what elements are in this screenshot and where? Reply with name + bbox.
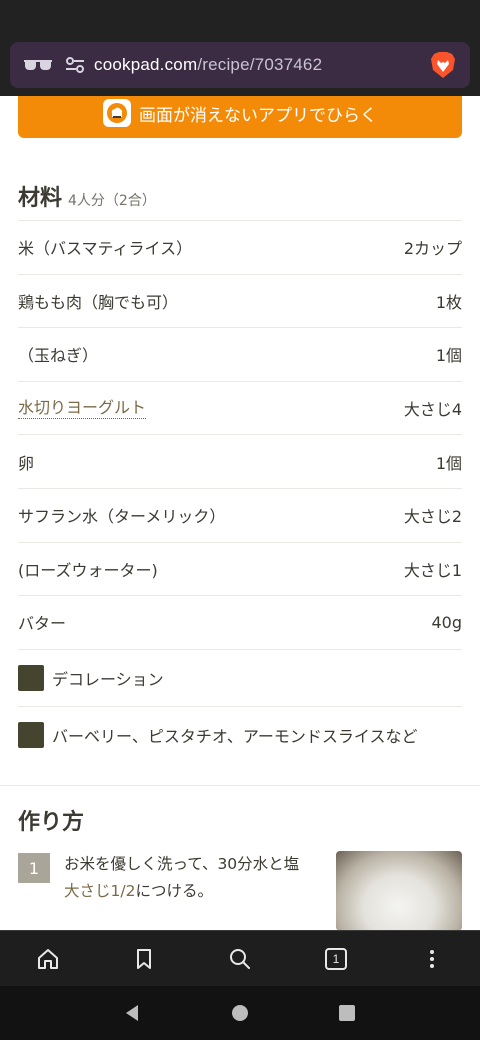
group-marker-icon: [18, 721, 44, 748]
ingredients-header: 材料 4人分（2合）: [18, 180, 156, 212]
home-circle-icon[interactable]: [230, 1003, 250, 1023]
ingredient-quantity: 2カップ: [403, 239, 462, 259]
search-icon: [230, 948, 250, 969]
step-number-badge: 1: [18, 853, 50, 883]
ingredient-row: バター 40g: [18, 595, 462, 649]
ingredient-quantity: 1枚: [435, 292, 462, 312]
ingredient-name: 米（バスマティライス）: [18, 239, 193, 259]
chef-hat-icon: [107, 103, 127, 123]
servings-label: 4人分（2合）: [68, 193, 156, 209]
ingredient-name: 鶏もも肉（胸でも可）: [18, 292, 179, 312]
system-navigation-bar: [0, 986, 480, 1040]
home-icon: [38, 948, 58, 969]
ingredient-name: (ローズウォーター): [18, 560, 158, 580]
ingredient-name: バター: [18, 614, 67, 634]
home-button[interactable]: [24, 935, 72, 983]
ingredient-quantity: 大さじ4: [403, 400, 462, 420]
brave-lion-icon[interactable]: [430, 51, 456, 79]
ingredient-group-label: デコレーション: [52, 669, 164, 689]
ingredient-group-row: バーベリー、ピスタチオ、アーモンドスライスなど: [18, 705, 462, 763]
browser-bottom-bar: 1: [0, 930, 480, 986]
step-text-main: お米を優しく洗って、30分水と塩: [64, 855, 300, 873]
ingredient-row: 水切りヨーグルト 大さじ4: [18, 380, 462, 435]
tab-count-icon: 1: [325, 947, 347, 970]
ingredient-row: （玉ねぎ） 1個: [18, 327, 462, 381]
ingredient-name: （玉ねぎ）: [18, 346, 99, 366]
back-icon[interactable]: [123, 1003, 143, 1023]
recents-icon[interactable]: [337, 1003, 357, 1023]
ingredient-row: (ローズウォーター) 大さじ1: [18, 541, 462, 596]
section-divider: [0, 785, 480, 786]
ingredient-quantity: 40g: [431, 612, 462, 632]
search-button[interactable]: [216, 935, 264, 983]
group-marker-icon: [18, 664, 44, 691]
url-text: cookpad.com/recipe/7037462: [94, 55, 322, 75]
ingredient-name: サフラン水（ターメリック）: [18, 507, 226, 527]
ingredient-row: サフラン水（ターメリック） 大さじ2: [18, 487, 462, 542]
open-in-app-button[interactable]: 画面が消えないアプリでひらく: [18, 96, 462, 138]
more-vertical-icon: [430, 949, 434, 968]
ingredients-title: 材料: [18, 186, 63, 211]
tabs-button[interactable]: 1: [312, 935, 360, 983]
ingredient-name: 卵: [18, 453, 35, 473]
steps-title: 作り方: [18, 810, 85, 835]
address-bar[interactable]: cookpad.com/recipe/7037462: [10, 42, 470, 88]
step-unit-link[interactable]: 大さじ1/2: [64, 882, 135, 900]
ingredient-row: 卵 1個: [18, 434, 462, 488]
private-glasses-icon: [24, 60, 52, 70]
ingredient-name-link[interactable]: 水切りヨーグルト: [18, 398, 147, 419]
url-host: cookpad.com: [94, 55, 198, 74]
step-photo[interactable]: [336, 851, 462, 930]
ingredient-row: 鶏もも肉（胸でも可） 1枚: [18, 273, 462, 328]
bookmark-icon: [137, 948, 151, 969]
ingredient-row: 米（バスマティライス） 2カップ: [18, 220, 462, 274]
ingredient-quantity: 1個: [435, 453, 462, 473]
browser-toolbar: cookpad.com/recipe/7037462: [0, 40, 480, 96]
open-in-app-label: 画面が消えないアプリでひらく: [139, 105, 377, 126]
ingredient-quantity: 1個: [435, 346, 462, 366]
url-path: /recipe/7037462: [197, 55, 323, 74]
site-settings-icon[interactable]: [64, 55, 86, 75]
step-text: お米を優しく洗って、30分水と塩 大さじ1/2につける。: [64, 851, 328, 905]
step-text-tail: につける。: [135, 882, 213, 900]
cookpad-app-icon: [103, 99, 131, 127]
bookmark-button[interactable]: [120, 935, 168, 983]
status-bar: [0, 0, 480, 40]
ingredient-quantity: 大さじ2: [403, 507, 462, 527]
ingredient-list: 米（バスマティライス） 2カップ 鶏もも肉（胸でも可） 1枚 （玉ねぎ） 1個 …: [18, 220, 462, 763]
ingredient-quantity: 大さじ1: [403, 560, 462, 580]
ingredient-group-row: デコレーション: [18, 648, 462, 706]
page-content: 画面が消えないアプリでひらく 材料 4人分（2合） 米（バスマティライス） 2カ…: [0, 96, 480, 930]
menu-button[interactable]: [408, 935, 456, 983]
ingredient-group-label: バーベリー、ピスタチオ、アーモンドスライスなど: [52, 726, 418, 746]
